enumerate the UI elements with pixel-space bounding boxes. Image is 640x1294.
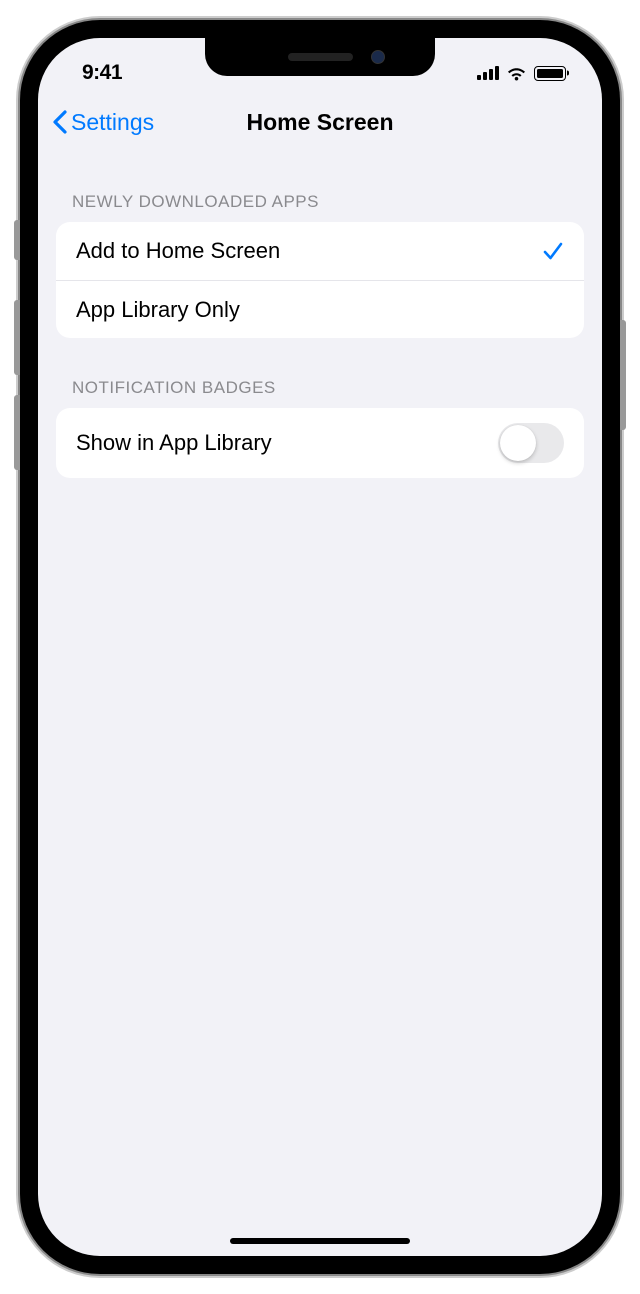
toggle-show-in-app-library[interactable] <box>498 423 564 463</box>
notch <box>205 38 435 76</box>
section-header-notification-badges: NOTIFICATION BADGES <box>38 338 602 408</box>
row-label: Show in App Library <box>76 430 272 456</box>
chevron-left-icon <box>52 110 67 134</box>
option-add-to-home-screen[interactable]: Add to Home Screen <box>56 222 584 280</box>
screen: 9:41 <box>38 38 602 1256</box>
checkmark-icon <box>542 240 564 262</box>
page-title: Home Screen <box>246 109 393 136</box>
power-button <box>620 320 626 430</box>
front-camera <box>371 50 385 64</box>
content: NEWLY DOWNLOADED APPS Add to Home Screen… <box>38 152 602 478</box>
wifi-icon <box>506 66 527 81</box>
option-label: Add to Home Screen <box>76 238 280 264</box>
speaker-grille <box>288 53 353 61</box>
nav-bar: Settings Home Screen <box>38 92 602 152</box>
cellular-signal-icon <box>477 66 499 80</box>
status-icons <box>477 66 566 81</box>
option-app-library-only[interactable]: App Library Only <box>56 280 584 338</box>
volume-up-button <box>14 300 20 375</box>
back-button[interactable]: Settings <box>52 109 154 136</box>
toggle-knob <box>500 425 536 461</box>
phone-device-frame: 9:41 <box>20 20 620 1274</box>
back-label: Settings <box>71 109 154 136</box>
section-header-downloaded-apps: NEWLY DOWNLOADED APPS <box>38 152 602 222</box>
status-time: 9:41 <box>82 61 122 85</box>
home-indicator[interactable] <box>230 1238 410 1244</box>
row-show-in-app-library: Show in App Library <box>56 408 584 478</box>
list-group-notification-badges: Show in App Library <box>56 408 584 478</box>
list-group-downloaded-apps: Add to Home Screen App Library Only <box>56 222 584 338</box>
volume-down-button <box>14 395 20 470</box>
option-label: App Library Only <box>76 297 240 323</box>
mute-switch <box>14 220 20 260</box>
battery-icon <box>534 66 566 81</box>
